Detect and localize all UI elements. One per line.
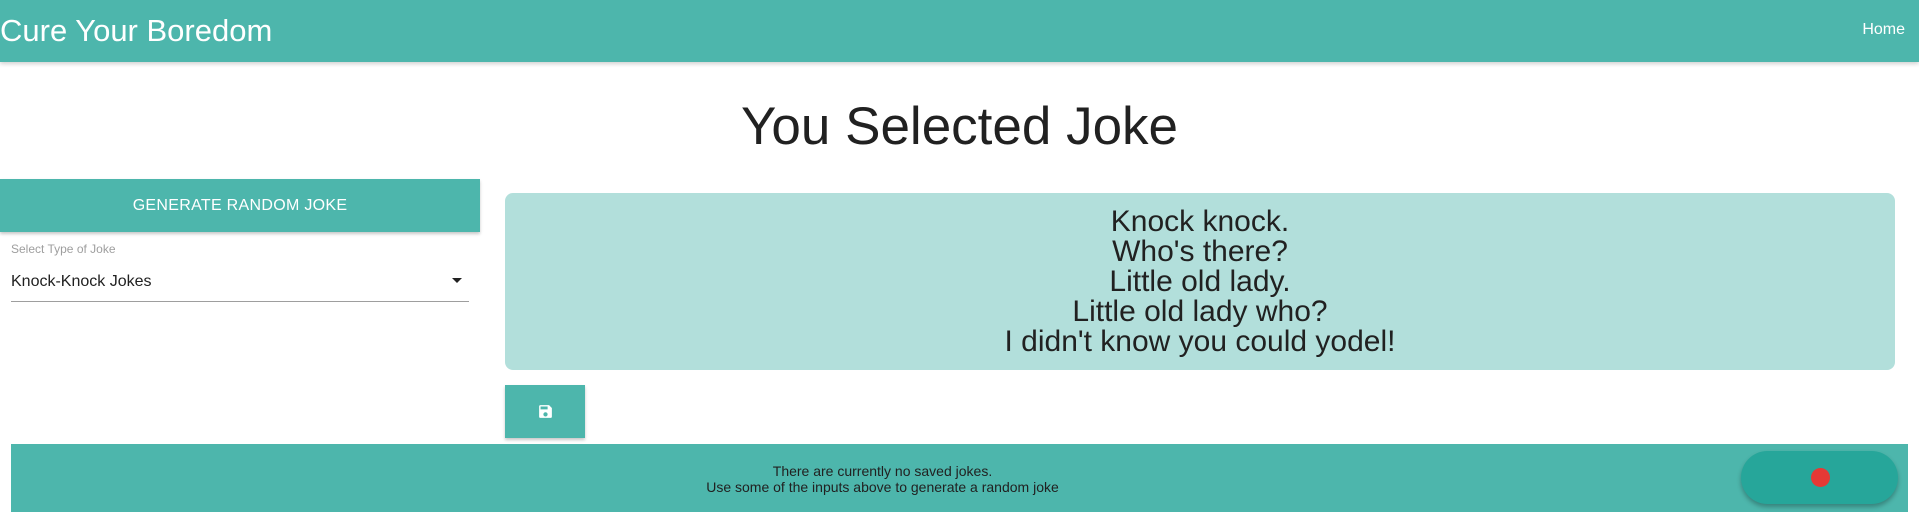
joke-line: I didn't know you could yodel! [1004, 325, 1396, 358]
generate-random-joke-button[interactable]: Generate Random Joke [0, 179, 480, 232]
joke-line: Knock knock. [1110, 205, 1290, 238]
joke-type-selected-value: Knock-Knock Jokes [11, 273, 152, 290]
joke-line: Who's there? [1112, 235, 1288, 268]
save-icon [539, 405, 552, 418]
nav-link-home[interactable]: Home [1862, 20, 1905, 40]
page-title: You Selected Joke [740, 97, 1179, 156]
saved-jokes-empty-message: There are currently no saved jokes. Use … [11, 463, 1754, 495]
red-dot-icon [1811, 468, 1830, 487]
footer-line: Use some of the inputs above to generate… [706, 479, 1059, 495]
joke-type-select[interactable]: Knock-Knock Jokes [11, 262, 469, 302]
joke-line: Little old lady. [1109, 265, 1291, 298]
saved-jokes-footer: There are currently no saved jokes. Use … [11, 444, 1908, 512]
brand-title[interactable]: Cure Your Boredom [0, 12, 272, 50]
floating-action-button[interactable] [1741, 451, 1898, 504]
save-joke-button[interactable] [505, 385, 585, 438]
footer-line: There are currently no saved jokes. [772, 463, 993, 479]
navbar: Cure Your Boredom Home [0, 0, 1919, 62]
joke-type-label: Select Type of Joke [11, 242, 116, 256]
caret-down-icon [452, 278, 462, 283]
joke-card: Knock knock. Who's there? Little old lad… [505, 193, 1895, 370]
joke-line: Little old lady who? [1072, 295, 1328, 328]
